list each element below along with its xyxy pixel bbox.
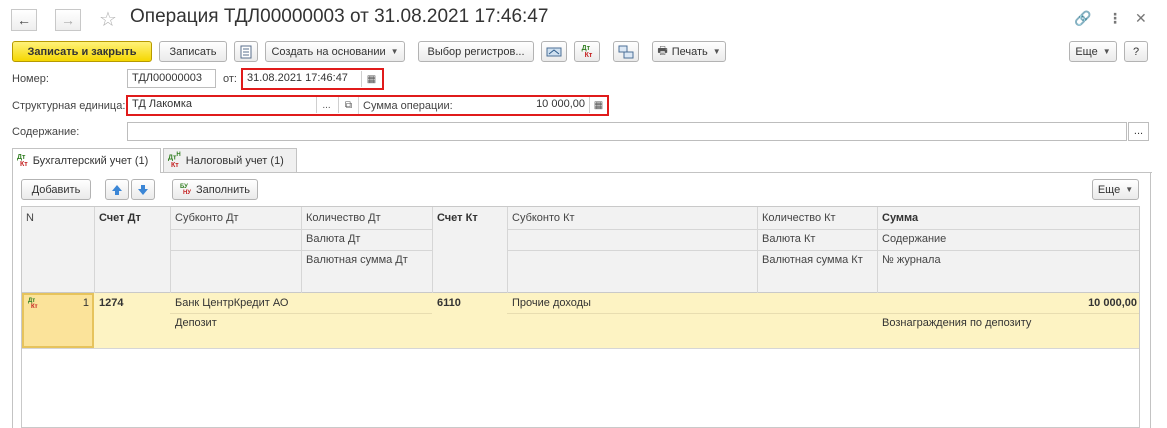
col-journal[interactable]: № журнала (878, 251, 945, 269)
number-field[interactable]: ТДЛ00000003 (127, 69, 216, 88)
tab-tax-label: Налоговый учет (1) (185, 154, 284, 167)
row-subconto-kt-1[interactable]: Прочие доходы (508, 294, 595, 312)
tab-accounting[interactable]: Дт Кт Бухгалтерский учет (1) (12, 148, 161, 173)
number-label: Номер: (12, 73, 49, 85)
printer-icon: 🖶 (657, 45, 668, 57)
arrow-left-icon: ← (17, 12, 31, 28)
date-label: от: (223, 73, 237, 85)
tab-tax[interactable]: ДтН Кт Налоговый учет (1) (163, 148, 297, 172)
unit-sum-highlight-box (126, 95, 609, 116)
table-more-button[interactable]: Еще ▼ (1092, 179, 1139, 200)
dtkt-button[interactable]: Дт Кт (574, 41, 600, 62)
close-icon[interactable]: ✕ (1135, 10, 1147, 27)
col-cur-sum-kt[interactable]: Валютная сумма Кт (758, 251, 867, 269)
save-and-close-button[interactable]: Записать и закрыть (12, 41, 152, 62)
row-sum[interactable]: 10 000,00 (878, 294, 1139, 312)
selected-cell[interactable]: Дт Кт 1 (22, 293, 94, 348)
save-button[interactable]: Записать (159, 41, 227, 62)
col-qty-kt[interactable]: Количество Кт (758, 209, 840, 227)
more-vertical-icon[interactable]: ⋮ (1108, 10, 1122, 27)
dtkt-tax-icon: ДтН Кт (168, 152, 181, 169)
fill-icon: БУ НУ (179, 183, 192, 196)
chevron-down-icon: ▼ (1102, 47, 1111, 56)
more-button[interactable]: Еще ▼ (1069, 41, 1117, 62)
col-account-dt[interactable]: Счет Дт (95, 209, 145, 227)
col-currency-kt[interactable]: Валюта Кт (758, 230, 819, 248)
dtkt-row-icon: Дт Кт (28, 298, 38, 310)
row-account-dt[interactable]: 1274 (95, 294, 127, 312)
col-n[interactable]: N (22, 209, 38, 227)
create-based-on-label: Создать на основании (271, 45, 386, 58)
move-down-button[interactable] (131, 179, 155, 200)
favorite-star-icon[interactable]: ☆ (99, 7, 117, 32)
row-subconto-dt-2[interactable]: Депозит (171, 314, 221, 332)
col-currency-dt[interactable]: Валюта Дт (302, 230, 364, 248)
chevron-down-icon: ▼ (1125, 185, 1134, 194)
content-field[interactable] (127, 122, 1127, 141)
row-subconto-dt-1[interactable]: Банк ЦентрКредит АО (171, 294, 292, 312)
forward-button[interactable]: → (55, 9, 81, 31)
row-account-kt[interactable]: 6110 (433, 294, 465, 312)
add-row-button[interactable]: Добавить (21, 179, 91, 200)
fill-button[interactable]: БУ НУ Заполнить (172, 179, 258, 200)
col-cur-sum-dt[interactable]: Валютная сумма Дт (302, 251, 412, 269)
arrow-down-icon (138, 184, 148, 195)
content-select-button[interactable]: ... (1128, 122, 1149, 141)
structure-icon (618, 45, 634, 58)
structure-button[interactable] (613, 41, 639, 62)
tab-accounting-label: Бухгалтерский учет (1) (32, 155, 149, 167)
col-qty-dt[interactable]: Количество Дт (302, 209, 385, 227)
document-list-icon (240, 45, 252, 58)
chevron-down-icon: ▼ (712, 47, 721, 56)
row-number: 1 (82, 297, 89, 309)
fill-label: Заполнить (196, 183, 251, 196)
arrow-right-icon: → (61, 12, 75, 28)
col-subconto-dt[interactable]: Субконто Дт (171, 209, 243, 227)
unit-label: Структурная единица: (12, 100, 126, 112)
move-up-button[interactable] (105, 179, 129, 200)
table-more-label: Еще (1097, 183, 1121, 196)
document-list-button[interactable] (234, 41, 258, 62)
row-content[interactable]: Вознаграждения по депозиту (878, 314, 1035, 332)
arrow-up-icon (112, 184, 122, 195)
dtkt-icon: Дт Кт (581, 44, 593, 59)
print-button[interactable]: 🖶 Печать ▼ (652, 41, 726, 62)
more-label: Еще (1075, 45, 1098, 58)
chevron-down-icon: ▼ (390, 47, 399, 56)
content-label: Содержание: (12, 126, 80, 138)
date-highlight-box (241, 68, 384, 90)
window-title: Операция ТДЛ00000003 от 31.08.2021 17:46… (130, 6, 549, 27)
back-button[interactable]: ← (11, 9, 37, 31)
link-icon[interactable]: 🔗 (1074, 10, 1091, 27)
col-account-kt[interactable]: Счет Кт (433, 209, 482, 227)
entries-table: N Счет Дт Субконто Дт Количество Дт Валю… (21, 206, 1140, 428)
journal-button[interactable] (541, 41, 567, 62)
print-label: Печать (671, 45, 708, 58)
col-subconto-kt[interactable]: Субконто Кт (508, 209, 579, 227)
create-based-on-button[interactable]: Создать на основании ▼ (265, 41, 405, 62)
col-content[interactable]: Содержание (878, 230, 950, 248)
register-select-button[interactable]: Выбор регистров... (418, 41, 534, 62)
dtkt-icon: Дт Кт (17, 154, 28, 168)
col-sum[interactable]: Сумма (878, 209, 922, 227)
journal-icon (546, 47, 562, 56)
help-button[interactable]: ? (1124, 41, 1148, 62)
